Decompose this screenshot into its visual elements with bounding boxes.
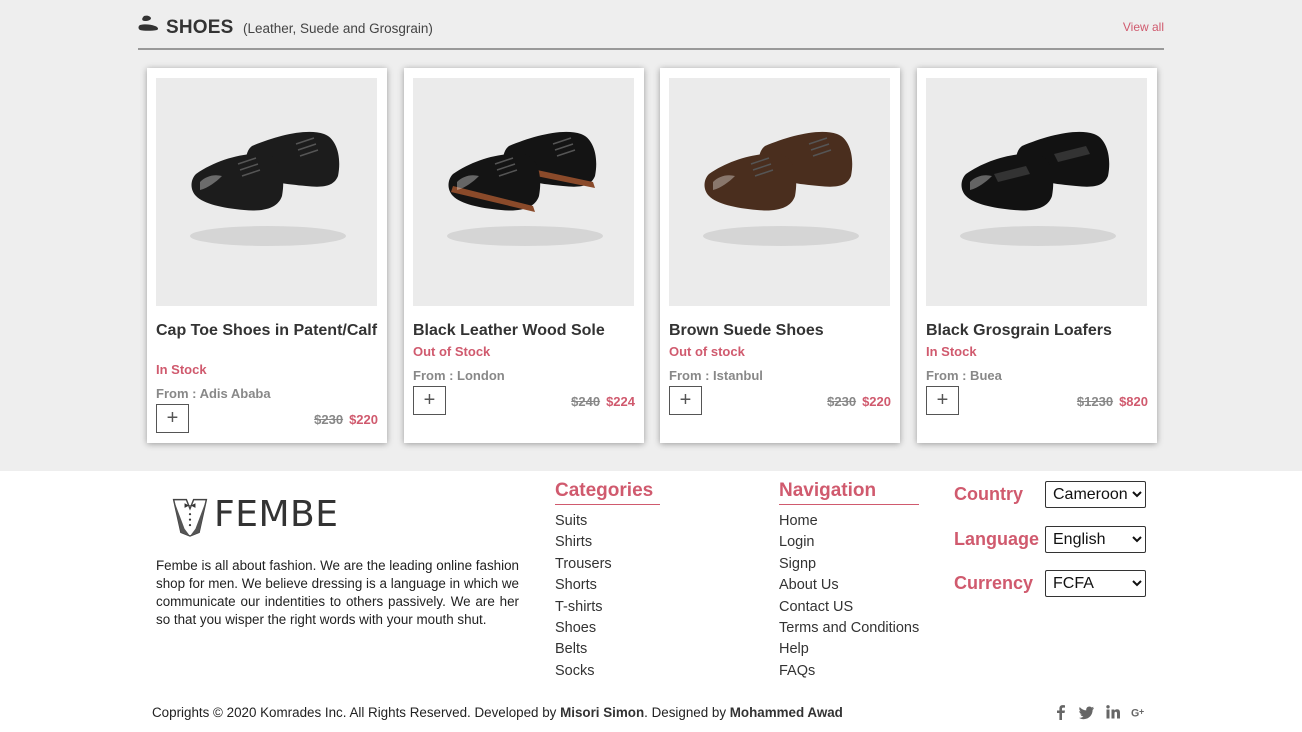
category-link[interactable]: T-shirts	[555, 597, 612, 618]
product-origin: From : Buea	[926, 368, 1002, 383]
language-select[interactable]: English	[1045, 526, 1146, 553]
price-group: $1230 $820	[1077, 394, 1148, 409]
product-origin: From : Istanbul	[669, 368, 763, 383]
product-image[interactable]	[413, 78, 634, 306]
product-title[interactable]: Brown Suede Shoes	[669, 322, 891, 340]
old-price: $230	[827, 394, 857, 409]
social-links: G +	[1053, 703, 1147, 721]
shoes-icon	[138, 15, 160, 35]
section-title: SHOES	[166, 17, 234, 38]
navigation-list: Home Login Signp About Us Contact US Terms an…	[779, 511, 919, 682]
product-origin: From : London	[413, 368, 505, 383]
navigation-link[interactable]: Terms and Conditions	[779, 618, 919, 639]
navigation-link[interactable]: Signp	[779, 554, 919, 575]
svg-text:+: +	[1139, 707, 1144, 717]
product-image[interactable]	[926, 78, 1147, 306]
product-image[interactable]	[156, 78, 377, 306]
category-link[interactable]: Suits	[555, 511, 612, 532]
old-price: $240	[571, 394, 601, 409]
country-label: Country	[954, 484, 1023, 504]
tuxedo-logo-icon	[172, 498, 208, 537]
fembe-logo[interactable]: FEMBE	[170, 494, 338, 538]
twitter-icon[interactable]	[1079, 703, 1095, 721]
category-link[interactable]: Shirts	[555, 532, 612, 553]
product-title[interactable]: Black Leather Wood Sole	[413, 322, 635, 340]
product-card[interactable]: Cap Toe Shoes in Patent/Calf In Stock Fr…	[147, 68, 387, 443]
about-text: Fembe is all about fashion. We are the l…	[156, 558, 519, 627]
stock-status: In Stock	[156, 362, 207, 377]
currency-select[interactable]: FCFA	[1045, 570, 1146, 597]
logo-text: FEMBE	[214, 494, 339, 535]
designer-name: Mohammed Awad	[729, 705, 843, 720]
section-header: SHOES (Leather, Suede and Grosgrain) Vie…	[138, 14, 1164, 50]
copyright: Coprights © 2020 Komrades Inc. All Right…	[152, 705, 843, 720]
navigation-heading: Navigation	[779, 480, 919, 505]
new-price: $220	[862, 394, 891, 409]
add-to-cart-button[interactable]: +	[669, 386, 702, 415]
facebook-icon[interactable]	[1053, 703, 1069, 721]
copyright-text: Coprights © 2020 Komrades Inc. All Right…	[152, 705, 561, 720]
add-to-cart-button[interactable]: +	[156, 404, 189, 433]
stock-status: In Stock	[926, 344, 977, 359]
google-plus-icon[interactable]: G +	[1131, 703, 1147, 721]
section-subtitle: (Leather, Suede and Grosgrain)	[243, 21, 433, 36]
svg-text:G: G	[1131, 707, 1139, 719]
old-price: $230	[314, 412, 344, 427]
price-group: $230 $220	[827, 394, 891, 409]
product-image[interactable]	[669, 78, 890, 306]
navigation-link[interactable]: FAQs	[779, 661, 919, 682]
price-group: $240 $224	[571, 394, 635, 409]
product-origin: From : Adis Ababa	[156, 386, 271, 401]
navigation-link[interactable]: Login	[779, 532, 919, 553]
copyright-text-2: . Designed by	[644, 705, 730, 720]
stock-status: Out of Stock	[413, 344, 491, 359]
footer: FEMBE Fembe is all about fashion. We are…	[0, 471, 1302, 732]
new-price: $220	[349, 412, 378, 427]
currency-label: Currency	[954, 573, 1034, 593]
category-link[interactable]: Shorts	[555, 575, 612, 596]
navigation-link[interactable]: Help	[779, 639, 919, 660]
product-card[interactable]: Black Leather Wood Sole Out of Stock Fro…	[404, 68, 644, 443]
price-group: $230 $220	[314, 412, 378, 427]
category-link[interactable]: Shoes	[555, 618, 612, 639]
category-link[interactable]: Trousers	[555, 554, 612, 575]
categories-heading: Categories	[555, 480, 660, 505]
language-label: Language	[954, 529, 1040, 549]
add-to-cart-button[interactable]: +	[926, 386, 959, 415]
linkedin-icon[interactable]	[1105, 703, 1121, 721]
categories-list: Suits Shirts Trousers Shorts T-shirts Shoes Be…	[555, 511, 612, 682]
category-link[interactable]: Belts	[555, 639, 612, 660]
product-card[interactable]: Black Grosgrain Loafers In Stock From : …	[917, 68, 1157, 443]
category-link[interactable]: Socks	[555, 661, 612, 682]
product-title[interactable]: Cap Toe Shoes in Patent/Calf	[156, 322, 378, 340]
new-price: $224	[606, 394, 635, 409]
navigation-link[interactable]: Contact US	[779, 597, 919, 618]
product-title[interactable]: Black Grosgrain Loafers	[926, 322, 1148, 340]
country-select[interactable]: Cameroon	[1045, 481, 1146, 508]
add-to-cart-button[interactable]: +	[413, 386, 446, 415]
old-price: $1230	[1076, 394, 1114, 409]
product-card[interactable]: Brown Suede Shoes Out of stock From : Is…	[660, 68, 900, 443]
navigation-link[interactable]: About Us	[779, 575, 919, 596]
stock-status: Out of stock	[669, 344, 745, 359]
navigation-link[interactable]: Home	[779, 511, 919, 532]
developer-name: Misori Simon	[560, 705, 645, 720]
new-price: $820	[1119, 394, 1148, 409]
view-all-link[interactable]: View all	[1123, 20, 1164, 34]
